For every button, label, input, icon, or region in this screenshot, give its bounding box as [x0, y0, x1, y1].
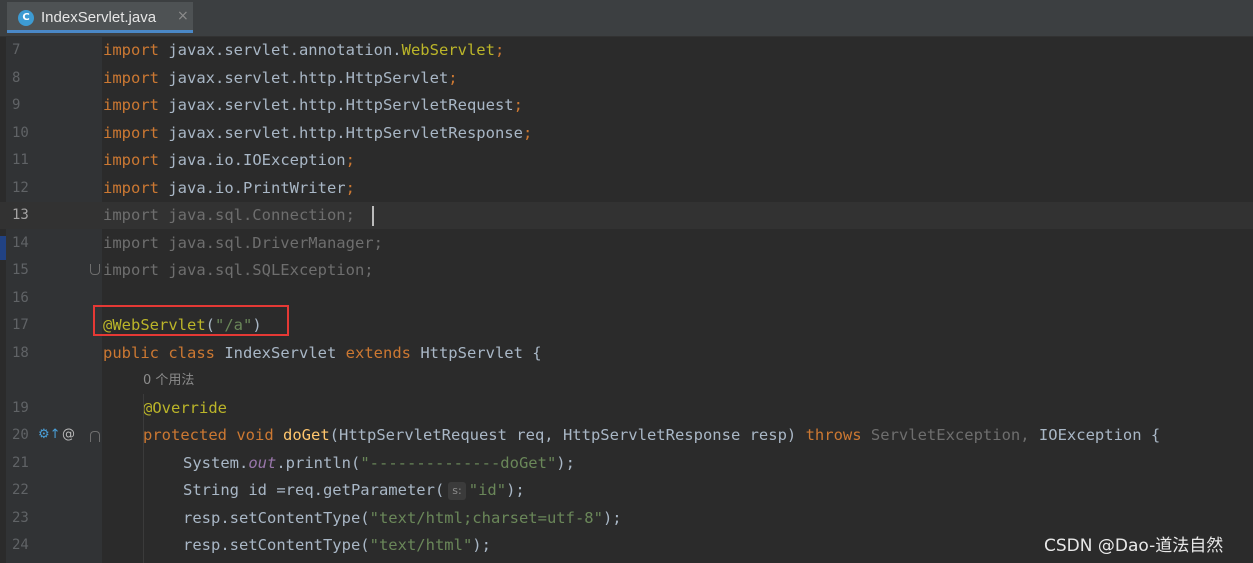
code-text: System.out.println("--------------doGet"…: [183, 453, 575, 472]
highlight-box: [93, 305, 289, 336]
line-number: 23: [12, 509, 29, 526]
code-line: 9 import javax.servlet.http.HttpServletR…: [0, 92, 1253, 119]
code-editor[interactable]: 7 import javax.servlet.annotation.WebSer…: [0, 37, 1253, 563]
code-text: resp.setContentType("text/html");: [183, 536, 491, 554]
code-text: import javax.servlet.annotation.WebServl…: [103, 41, 505, 59]
code-text: import javax.servlet.http.HttpServlet;: [103, 68, 458, 87]
usages-hint[interactable]: 0 个用法: [143, 367, 194, 394]
code-text: protected void doGet(HttpServletRequest …: [143, 426, 1161, 444]
line-number: 13: [12, 207, 29, 223]
code-line: 7 import javax.servlet.annotation.WebSer…: [0, 37, 1253, 64]
line-number: 19: [12, 399, 29, 416]
line-number: 20: [12, 427, 29, 443]
code-text: import javax.servlet.http.HttpServletRes…: [103, 123, 533, 142]
code-text: @Override: [143, 398, 227, 417]
code-line: 11 import java.io.IOException;: [0, 147, 1253, 174]
line-number: 8: [12, 69, 21, 86]
code-text: import java.sql.SQLException;: [103, 261, 374, 279]
fold-end-icon[interactable]: [90, 264, 100, 275]
line-number: 17: [12, 317, 29, 333]
code-line: 18 public class IndexServlet extends Htt…: [0, 340, 1253, 367]
line-number: 15: [12, 262, 29, 278]
code-line: 10 import javax.servlet.http.HttpServlet…: [0, 120, 1253, 147]
line-number: 18: [12, 344, 29, 361]
code-line: 12 import java.io.PrintWriter;: [0, 175, 1253, 202]
code-text: String id =req.getParameter(s: "id");: [183, 481, 525, 500]
code-line: 23 resp.setContentType("text/html;charse…: [0, 505, 1253, 532]
code-line: 21 System.out.println("--------------doG…: [0, 450, 1253, 477]
close-icon[interactable]: ×: [177, 8, 189, 24]
line-number: 21: [12, 454, 29, 471]
line-number: 7: [12, 42, 21, 58]
line-number: 16: [12, 289, 29, 306]
code-line: 8 import javax.servlet.http.HttpServlet;: [0, 65, 1253, 92]
watermark: CSDN @Dao-道法自然: [1044, 536, 1224, 556]
tab-index-servlet[interactable]: C IndexServlet.java ×: [7, 2, 193, 33]
code-line: 19 @Override: [0, 395, 1253, 422]
code-line-current: 13 import java.sql.Connection;: [0, 202, 1253, 229]
code-text: import java.sql.Connection;: [103, 206, 355, 224]
line-number: 24: [12, 537, 29, 553]
tab-title: IndexServlet.java: [41, 9, 157, 26]
line-number: 14: [12, 234, 29, 251]
code-text: import java.io.IOException;: [103, 151, 355, 169]
parameter-hint: s:: [448, 482, 466, 500]
editor-tab-bar: C IndexServlet.java ×: [0, 0, 1253, 37]
indent-guide: [143, 394, 144, 563]
code-text: resp.setContentType("text/html;charset=u…: [183, 508, 622, 527]
code-vision-line: 0 个用法: [0, 367, 1253, 394]
code-line: 22 String id =req.getParameter(s: "id");: [0, 477, 1253, 504]
line-number: 22: [12, 482, 29, 498]
code-line: 15 import java.sql.SQLException;: [0, 257, 1253, 284]
java-class-icon: C: [18, 10, 34, 26]
fold-start-icon[interactable]: [90, 431, 100, 442]
line-number: 9: [12, 97, 21, 113]
code-text: import javax.servlet.http.HttpServletReq…: [103, 96, 523, 114]
overrides-method-icon[interactable]: ⚙↑: [38, 427, 61, 443]
line-number: 12: [12, 179, 29, 196]
code-line: 20 ⚙↑ @ protected void doGet(HttpServlet…: [0, 422, 1253, 449]
line-number: 11: [12, 152, 29, 168]
text-caret: [372, 206, 374, 226]
line-number: 10: [12, 124, 29, 141]
code-text: import java.sql.DriverManager;: [103, 233, 383, 252]
code-text: import java.io.PrintWriter;: [103, 178, 355, 197]
annotation-marker-icon[interactable]: @: [62, 427, 75, 443]
code-line: 14 import java.sql.DriverManager;: [0, 230, 1253, 257]
code-text: public class IndexServlet extends HttpSe…: [103, 343, 542, 362]
